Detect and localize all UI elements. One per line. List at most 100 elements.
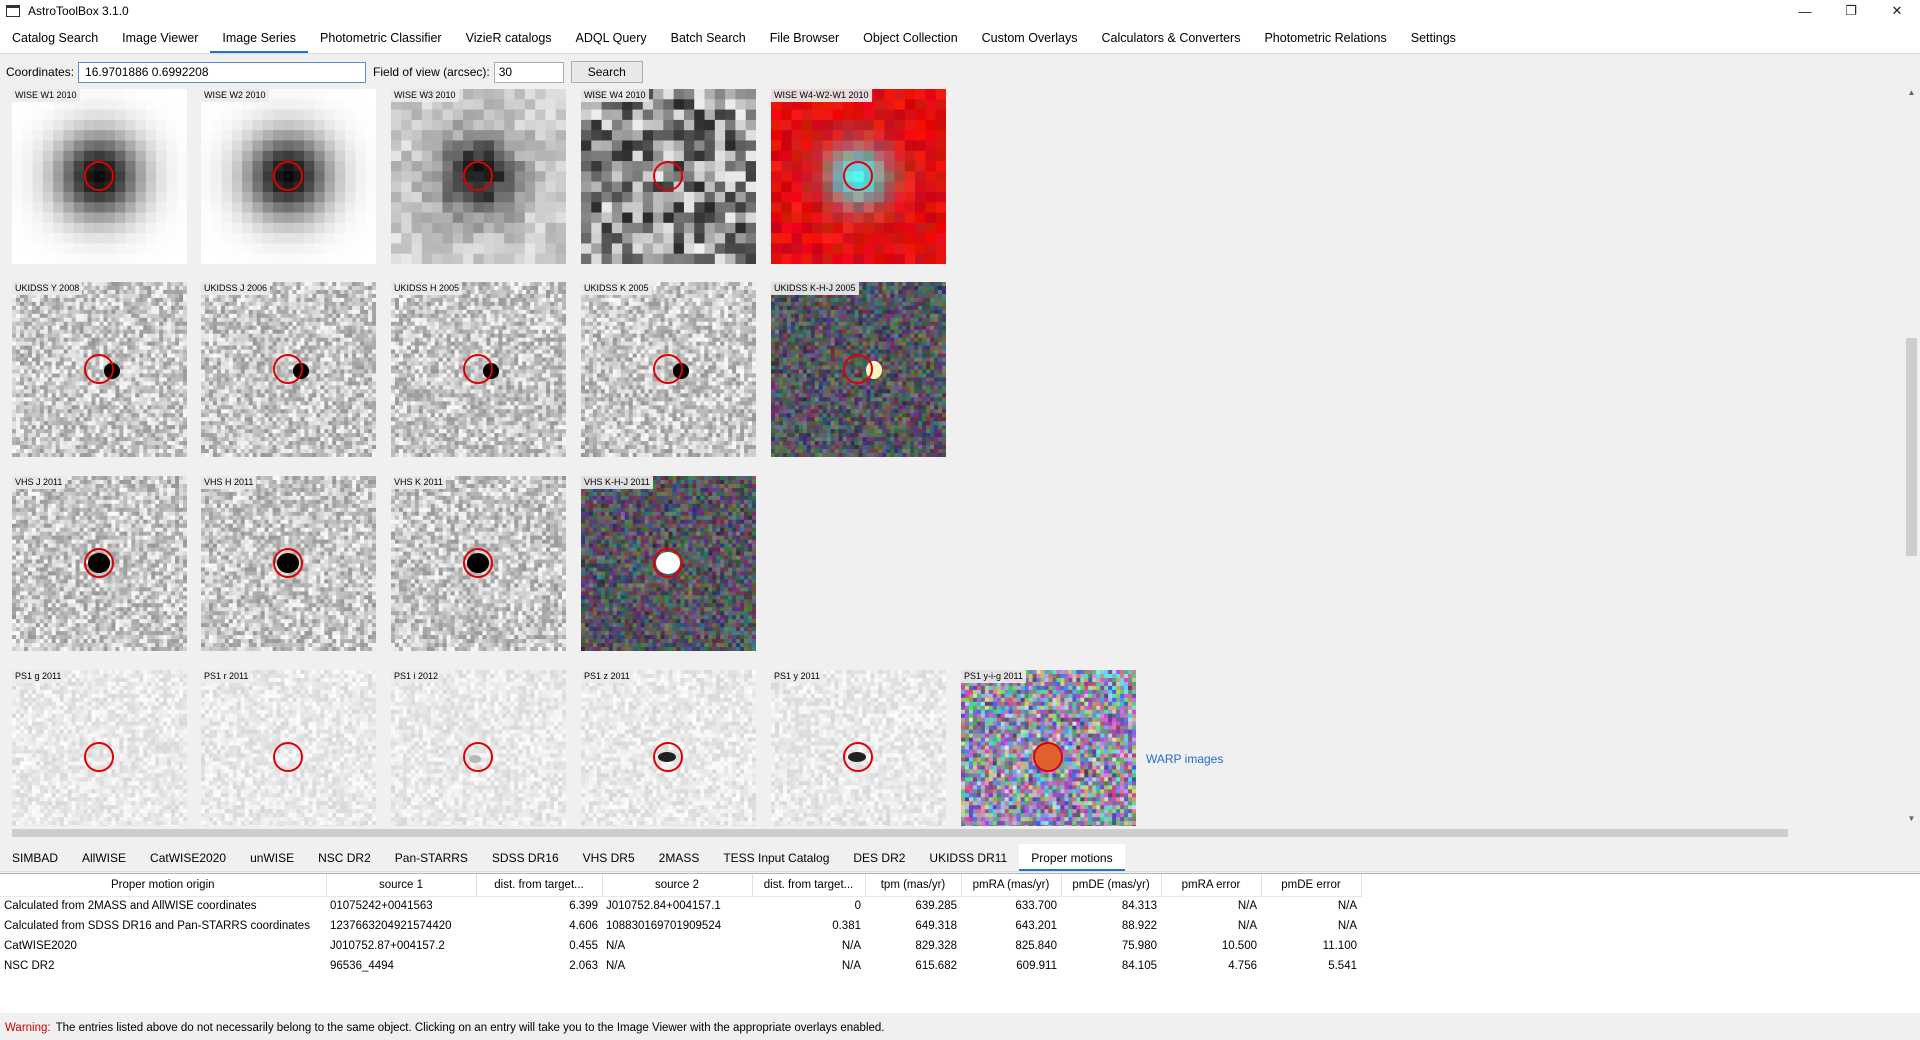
close-button[interactable]: ✕	[1874, 0, 1920, 22]
image-cutout[interactable]: WISE W1 2010	[12, 89, 187, 264]
tab-catalog-search[interactable]: Catalog Search	[0, 22, 110, 53]
scrollbar-thumb[interactable]	[1906, 338, 1917, 556]
column-header[interactable]: Proper motion origin	[0, 874, 327, 897]
tab-batch-search[interactable]: Batch Search	[659, 22, 758, 53]
table-cell: 825.840	[961, 936, 1061, 956]
image-cutout[interactable]: VHS K-H-J 2011	[581, 476, 756, 651]
scroll-up-icon[interactable]: ▲	[1903, 86, 1920, 100]
cutout-label: PS1 r 2011	[201, 670, 252, 683]
proper-motions-table: Proper motion origin source 1 dist. from t…	[0, 874, 1362, 976]
tab-image-viewer[interactable]: Image Viewer	[110, 22, 210, 53]
table-row[interactable]: Calculated from SDSS DR16 and Pan-STARRS…	[0, 916, 1361, 936]
cutout-image	[201, 89, 376, 264]
table-cell: 615.682	[865, 956, 961, 976]
warp-images-link[interactable]: WARP images	[1146, 752, 1223, 766]
scroll-down-icon[interactable]: ▼	[1903, 812, 1920, 826]
tab-vizier-catalogs[interactable]: VizieR catalogs	[454, 22, 564, 53]
catalog-tab-pan-starrs[interactable]: Pan-STARRS	[383, 844, 480, 871]
column-header[interactable]: source 1	[326, 874, 477, 897]
column-header[interactable]: dist. from target...	[476, 874, 603, 897]
cutout-image	[771, 670, 946, 826]
search-button[interactable]: Search	[570, 61, 643, 83]
table-cell: 649.318	[865, 916, 961, 936]
image-cutout[interactable]: UKIDSS J 2006	[201, 282, 376, 457]
tab-image-series[interactable]: Image Series	[210, 22, 308, 53]
cutout-label: PS1 i 2012	[391, 670, 442, 683]
image-cutout[interactable]: PS1 r 2011	[201, 670, 376, 826]
table-row[interactable]: CatWISE2020 J010752.87+004157.2 0.455 N/A N/…	[0, 936, 1361, 956]
catalog-tab-catwise2020[interactable]: CatWISE2020	[138, 844, 238, 871]
minimize-button[interactable]: —	[1782, 0, 1828, 22]
table-cell: Calculated from 2MASS and AllWISE coordi…	[0, 896, 326, 916]
table-cell: N/A	[1161, 916, 1261, 936]
cutout-label: UKIDSS Y 2008	[12, 282, 83, 295]
cutout-image	[391, 476, 566, 651]
table-cell: CatWISE2020	[0, 936, 326, 956]
tab-custom-overlays[interactable]: Custom Overlays	[970, 22, 1090, 53]
catalog-tab-des-dr2[interactable]: DES DR2	[841, 844, 917, 871]
catalog-tab-tess-input-catalog[interactable]: TESS Input Catalog	[711, 844, 841, 871]
cutout-image	[391, 89, 566, 264]
image-cutout[interactable]: VHS H 2011	[201, 476, 376, 651]
column-header[interactable]: pmDE (mas/yr)	[1061, 874, 1162, 897]
column-header[interactable]: pmRA error	[1161, 874, 1262, 897]
table-cell: N/A	[1261, 916, 1361, 936]
catalog-tab-sdss-dr16[interactable]: SDSS DR16	[480, 844, 571, 871]
image-cutout[interactable]: WISE W2 2010	[201, 89, 376, 264]
vertical-scrollbar[interactable]: ▲ ▼	[1903, 86, 1920, 826]
image-cutout[interactable]: PS1 g 2011	[12, 670, 187, 826]
catalog-tab-vhs-dr5[interactable]: VHS DR5	[571, 844, 647, 871]
tab-photometric-relations[interactable]: Photometric Relations	[1252, 22, 1398, 53]
table-row[interactable]: Calculated from 2MASS and AllWISE coordi…	[0, 896, 1361, 916]
cutout-label: PS1 g 2011	[12, 670, 65, 683]
image-cutout[interactable]: UKIDSS Y 2008	[12, 282, 187, 457]
image-cutout[interactable]: VHS K 2011	[391, 476, 566, 651]
cutout-label: WISE W4-W2-W1 2010	[771, 89, 872, 102]
horizontal-scrollbar[interactable]	[0, 826, 1903, 839]
image-cutout[interactable]: UKIDSS K 2005	[581, 282, 756, 457]
tab-file-browser[interactable]: File Browser	[758, 22, 851, 53]
tab-settings[interactable]: Settings	[1399, 22, 1468, 53]
table-cell: J010752.84+004157.1	[602, 896, 752, 916]
image-cutout[interactable]: PS1 y 2011	[771, 670, 946, 826]
image-cutout[interactable]: WISE W3 2010	[391, 89, 566, 264]
catalog-tab-allwise[interactable]: AllWISE	[70, 844, 138, 871]
image-cutout[interactable]: VHS J 2011	[12, 476, 187, 651]
cutout-label: WISE W3 2010	[391, 89, 459, 102]
image-cutout[interactable]: PS1 i 2012	[391, 670, 566, 826]
column-header[interactable]: pmRA (mas/yr)	[961, 874, 1062, 897]
image-cutout[interactable]: PS1 z 2011	[581, 670, 756, 826]
catalog-tab-2mass[interactable]: 2MASS	[647, 844, 712, 871]
window-controls: — ❐ ✕	[1782, 0, 1920, 22]
tab-object-collection[interactable]: Object Collection	[851, 22, 970, 53]
tab-photometric-classifier[interactable]: Photometric Classifier	[308, 22, 454, 53]
column-header[interactable]: dist. from target...	[752, 874, 866, 897]
catalog-tab-unwise[interactable]: unWISE	[238, 844, 306, 871]
image-cutout[interactable]: WISE W4-W2-W1 2010	[771, 89, 946, 264]
catalog-tab-simbad[interactable]: SIMBAD	[0, 844, 70, 871]
catalog-tab-nsc-dr2[interactable]: NSC DR2	[306, 844, 383, 871]
cutout-label: UKIDSS K 2005	[581, 282, 652, 295]
column-header[interactable]: pmDE error	[1261, 874, 1362, 897]
fov-input[interactable]	[493, 61, 564, 83]
tab-calculators-converters[interactable]: Calculators & Converters	[1090, 22, 1253, 53]
coordinates-input[interactable]	[78, 61, 367, 83]
cutout-label: WISE W4 2010	[581, 89, 649, 102]
hscrollbar-thumb[interactable]	[12, 829, 1788, 837]
cutout-label: UKIDSS K-H-J 2005	[771, 282, 859, 295]
tab-adql-query[interactable]: ADQL Query	[564, 22, 659, 53]
cutout-label: VHS J 2011	[12, 476, 66, 489]
image-cutout[interactable]: WISE W4 2010	[581, 89, 756, 264]
column-header[interactable]: source 2	[602, 874, 753, 897]
image-cutout[interactable]: UKIDSS K-H-J 2005	[771, 282, 946, 457]
image-cutout[interactable]: UKIDSS H 2005	[391, 282, 566, 457]
app-icon	[6, 5, 20, 17]
restore-button[interactable]: ❐	[1828, 0, 1874, 22]
catalog-tab-ukidss-dr11[interactable]: UKIDSS DR11	[917, 844, 1019, 871]
cutout-image	[12, 282, 187, 457]
column-header[interactable]: tpm (mas/yr)	[865, 874, 962, 897]
cutout-label: VHS K-H-J 2011	[581, 476, 653, 489]
table-row[interactable]: NSC DR2 96536_4494 2.063 N/A N/A 615.682 609.9…	[0, 956, 1361, 976]
image-cutout[interactable]: PS1 y-i-g 2011	[961, 670, 1136, 826]
catalog-tab-proper-motions[interactable]: Proper motions	[1019, 844, 1125, 871]
